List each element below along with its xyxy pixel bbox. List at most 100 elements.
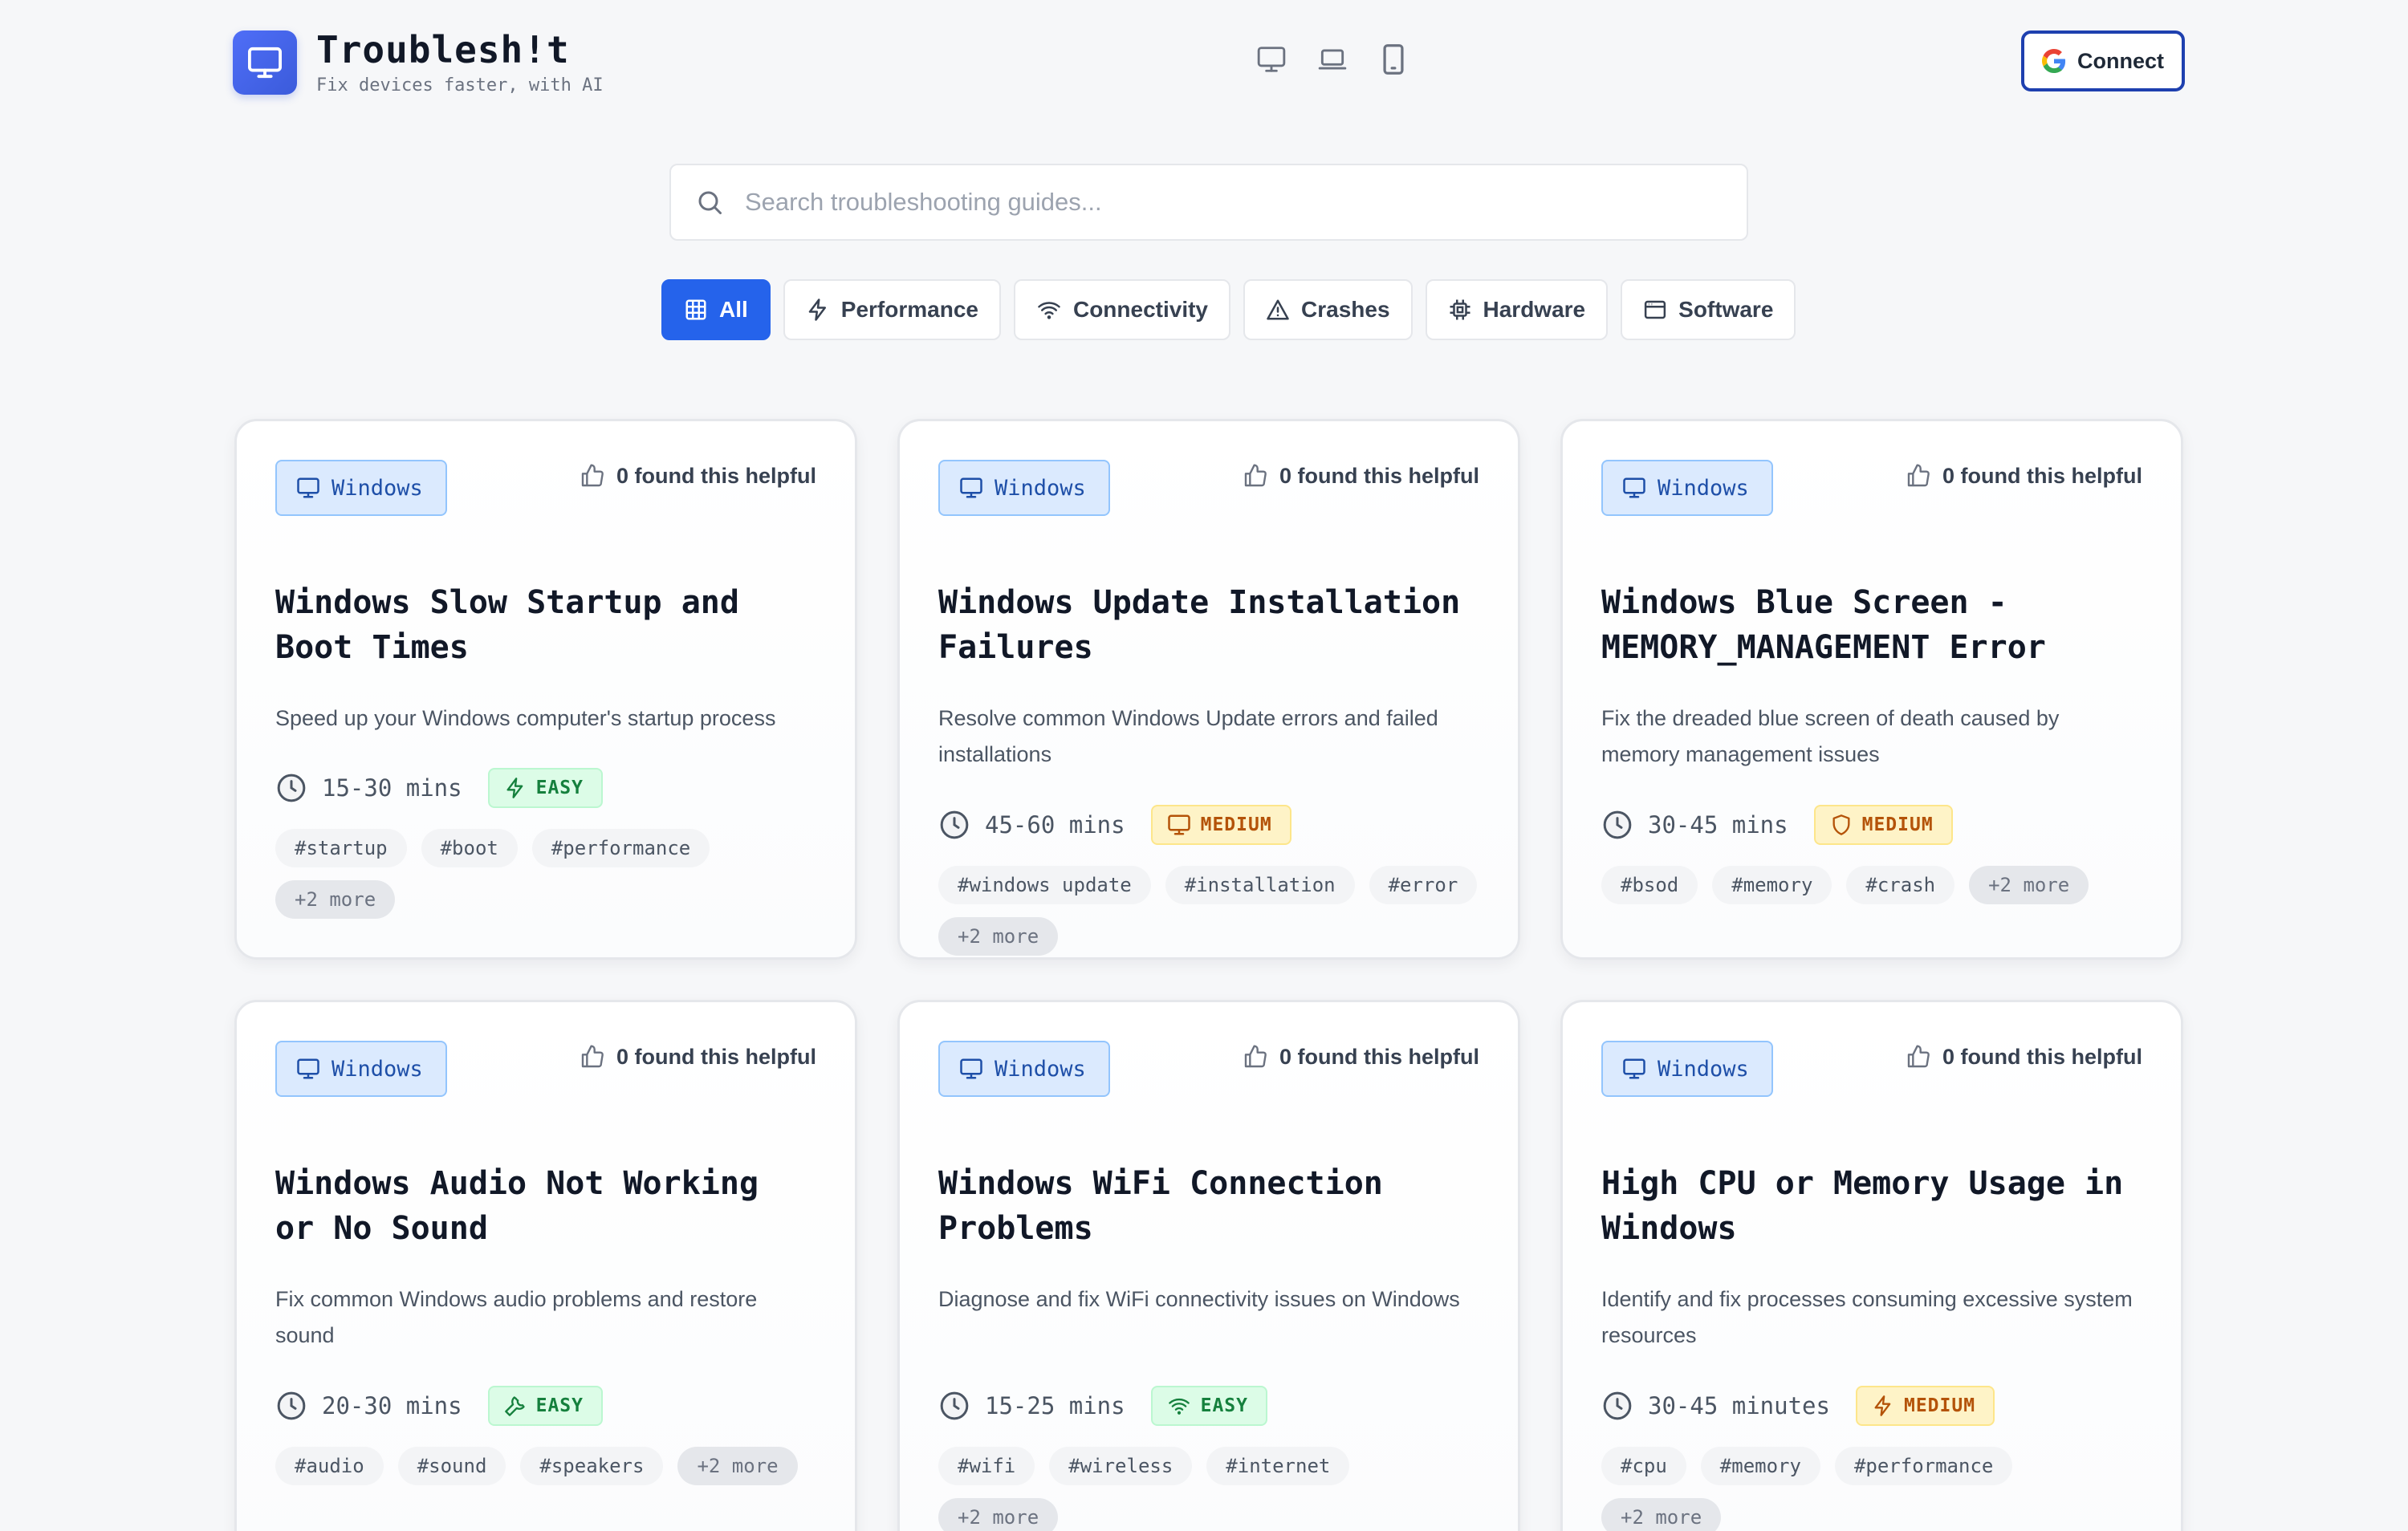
os-label: Windows <box>1658 475 1749 501</box>
grid-icon <box>685 299 706 320</box>
time-label: 30-45 mins <box>1648 811 1788 839</box>
filter-connectivity[interactable]: Connectivity <box>1013 279 1230 340</box>
filter-crashes[interactable]: Crashes <box>1243 279 1413 340</box>
more-tags[interactable]: +2 more <box>275 880 396 919</box>
time-label: 15-30 mins <box>322 774 462 802</box>
helpful-count: 0 found this helpful <box>1279 1044 1479 1069</box>
tag[interactable]: #wireless <box>1049 1447 1193 1485</box>
thumbs-up-icon <box>1907 464 1930 487</box>
helpful-button[interactable]: 0 found this helpful <box>1906 463 2142 489</box>
card-title: Windows Slow Startup and Boot Times <box>275 584 739 666</box>
filter-performance[interactable]: Performance <box>783 279 1001 340</box>
filter-hardware[interactable]: Hardware <box>1425 279 1609 340</box>
more-tags[interactable]: +2 more <box>938 1498 1059 1531</box>
clock-icon <box>940 810 969 839</box>
more-tags[interactable]: +2 more <box>1969 866 2089 904</box>
tag[interactable]: #boot <box>421 829 518 867</box>
header: Troublesh!t Fix devices faster, with AI <box>233 27 2185 99</box>
tag[interactable]: #internet <box>1206 1447 1350 1485</box>
search-icon <box>695 186 727 218</box>
time-estimate: 20-30 mins <box>275 1390 462 1422</box>
difficulty-badge: EASY <box>1150 1386 1267 1426</box>
tag-list: #startup #boot #performance +2 more <box>275 829 816 919</box>
guide-card[interactable]: Windows 0 found this helpful Windows Aud… <box>234 1000 857 1531</box>
brand[interactable]: Troublesh!t Fix devices faster, with AI <box>233 27 604 98</box>
guide-card[interactable]: Windows 0 found this helpful Windows WiF… <box>897 1000 1520 1531</box>
more-tags[interactable]: +2 more <box>677 1447 798 1485</box>
tag[interactable]: #sound <box>397 1447 506 1485</box>
tag[interactable]: #performance <box>1834 1447 2013 1485</box>
more-tags[interactable]: +2 more <box>1601 1498 1722 1531</box>
helpful-button[interactable]: 0 found this helpful <box>580 463 816 489</box>
bolt-icon <box>1874 1395 1891 1416</box>
difficulty-label: MEDIUM <box>1200 814 1272 835</box>
bolt-icon <box>506 778 523 798</box>
os-badge: Windows <box>275 460 447 516</box>
helpful-button[interactable]: 0 found this helpful <box>1243 463 1479 489</box>
filter-software[interactable]: Software <box>1621 279 1796 340</box>
os-label: Windows <box>332 475 423 501</box>
connect-label: Connect <box>2077 48 2164 73</box>
guide-card[interactable]: Windows 0 found this helpful Windows Blu… <box>1560 419 2183 960</box>
helpful-button[interactable]: 0 found this helpful <box>580 1044 816 1070</box>
helpful-button[interactable]: 0 found this helpful <box>1243 1044 1479 1070</box>
tablet-icon[interactable] <box>1377 42 1409 77</box>
tag[interactable]: #bsod <box>1601 866 1698 904</box>
desktop-icon[interactable] <box>1255 42 1287 77</box>
difficulty-badge: MEDIUM <box>1813 805 1953 845</box>
card-description: Resolve common Windows Update errors and… <box>938 706 1438 766</box>
tag[interactable]: #performance <box>531 829 710 867</box>
filter-label: Hardware <box>1483 297 1586 322</box>
os-label: Windows <box>332 1056 423 1082</box>
tag[interactable]: #error <box>1369 866 1478 904</box>
tag[interactable]: #speakers <box>520 1447 664 1485</box>
guide-card[interactable]: Windows 0 found this helpful Windows Slo… <box>234 419 857 960</box>
clock-icon <box>1603 810 1632 839</box>
more-tags[interactable]: +2 more <box>938 917 1059 956</box>
card-description: Identify and fix processes consuming exc… <box>1601 1287 2133 1347</box>
filter-label: Performance <box>840 297 978 322</box>
card-meta: 15-30 mins EASY <box>275 768 603 808</box>
tag[interactable]: #audio <box>275 1447 384 1485</box>
wrench-icon <box>504 1396 525 1416</box>
filter-all[interactable]: All <box>661 279 771 340</box>
filter-label: Crashes <box>1301 297 1390 322</box>
thumbs-up-icon <box>1244 1045 1267 1068</box>
guide-card[interactable]: Windows 0 found this helpful High CPU or… <box>1560 1000 2183 1531</box>
google-icon <box>2042 49 2066 73</box>
tag[interactable]: #memory <box>1712 866 1832 904</box>
tag-list: #wifi #wireless #internet +2 more <box>938 1447 1479 1531</box>
card-description: Fix the dreaded blue screen of death cau… <box>1601 706 2060 766</box>
tag[interactable]: #cpu <box>1601 1447 1686 1485</box>
time-label: 45-60 mins <box>985 811 1125 839</box>
tag-list: #bsod #memory #crash +2 more <box>1601 866 2142 904</box>
helpful-button[interactable]: 0 found this helpful <box>1906 1044 2142 1070</box>
thumbs-up-icon <box>581 464 604 487</box>
card-title: Windows Blue Screen - MEMORY_MANAGEMENT … <box>1601 584 2046 666</box>
tag[interactable]: #wifi <box>938 1447 1035 1485</box>
time-estimate: 30-45 mins <box>1601 809 1788 841</box>
helpful-count: 0 found this helpful <box>1279 463 1479 488</box>
difficulty-badge: MEDIUM <box>1150 805 1291 845</box>
tag[interactable]: #installation <box>1165 866 1355 904</box>
time-estimate: 15-25 mins <box>938 1390 1125 1422</box>
tag[interactable]: #memory <box>1700 1447 1820 1485</box>
thumbs-up-icon <box>1907 1045 1930 1068</box>
monitor-icon <box>960 1058 982 1079</box>
guide-card[interactable]: Windows 0 found this helpful Windows Upd… <box>897 419 1520 960</box>
tag[interactable]: #crash <box>1846 866 1955 904</box>
time-estimate: 30-45 minutes <box>1601 1390 1830 1422</box>
card-description: Fix common Windows audio problems and re… <box>275 1287 758 1347</box>
search-input[interactable] <box>745 188 1708 217</box>
card-description: Diagnose and fix WiFi connectivity issue… <box>938 1287 1460 1311</box>
device-switch <box>1255 42 1409 77</box>
clock-icon <box>1603 1391 1632 1420</box>
connect-button[interactable]: Connect <box>2021 30 2185 91</box>
helpful-count: 0 found this helpful <box>1942 1044 2142 1069</box>
laptop-icon[interactable] <box>1316 42 1348 77</box>
filter-label: Connectivity <box>1072 297 1208 322</box>
tag[interactable]: #startup <box>275 829 407 867</box>
warning-icon <box>1267 299 1289 320</box>
tag[interactable]: #windows update <box>938 866 1151 904</box>
wifi-icon <box>1168 1398 1190 1415</box>
